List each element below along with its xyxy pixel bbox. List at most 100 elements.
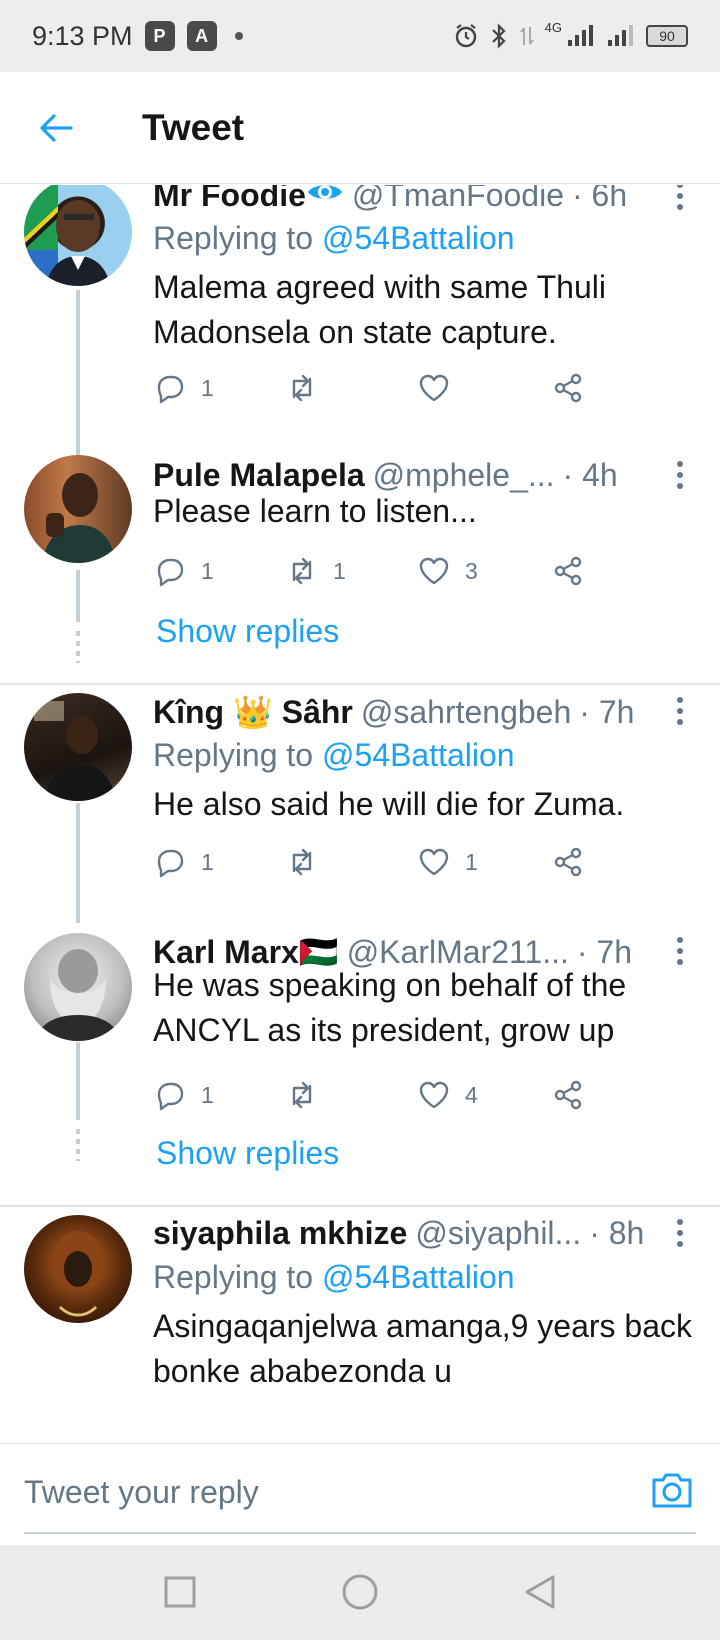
status-right: 4G 90	[453, 20, 688, 49]
page-title: Tweet	[142, 106, 245, 148]
signal-icon	[568, 25, 593, 46]
retweet-action[interactable]: 1	[285, 551, 346, 591]
tweet-text: Please learn to listen...	[153, 493, 477, 529]
thread-line	[76, 290, 80, 462]
share-action[interactable]	[551, 842, 585, 882]
replying-to: Replying to @54Battalion	[153, 220, 515, 257]
square-recents-icon	[164, 1576, 196, 1608]
reply-action[interactable]: 1	[153, 551, 214, 591]
author-handle[interactable]: @sahrtengbeh	[361, 694, 571, 731]
tweet-actions: 1 1	[153, 842, 633, 882]
author-name[interactable]: Mr Foodie	[153, 185, 306, 214]
retweet-icon	[292, 374, 312, 402]
share-action[interactable]	[551, 368, 585, 408]
tweet[interactable]: siyaphila mkhize @siyaphil... · 8h Reply…	[0, 1207, 720, 1443]
author-handle[interactable]: @TmanFoodie	[352, 185, 564, 214]
eye-badge-icon	[306, 185, 344, 213]
home-button[interactable]	[335, 1567, 385, 1617]
tweet-header: Kîng 👑 Sâhr @sahrtengbeh · 7h	[153, 693, 680, 731]
author-handle[interactable]: @siyaphil...	[415, 1215, 581, 1252]
signal-icon-2	[608, 25, 633, 46]
more-options-icon[interactable]	[668, 1215, 692, 1251]
share-icon	[554, 373, 582, 403]
reply-count: 1	[201, 557, 214, 584]
recents-button[interactable]	[155, 1567, 205, 1617]
back-button[interactable]	[26, 98, 86, 158]
triangle-back-icon	[525, 1575, 555, 1609]
like-action[interactable]: 1	[417, 842, 478, 882]
circle-home-icon	[342, 1574, 378, 1610]
replying-to-mention[interactable]: @54Battalion	[322, 1259, 515, 1295]
share-icon	[554, 556, 582, 586]
like-action[interactable]: 3	[417, 551, 478, 591]
replying-to-mention[interactable]: @54Battalion	[322, 220, 515, 256]
thread-dots	[76, 631, 80, 663]
reply-count: 1	[201, 1081, 214, 1108]
retweet-icon	[292, 557, 312, 585]
notification-dot-icon	[234, 32, 243, 40]
reply-icon	[157, 375, 184, 404]
data-arrows-icon	[519, 27, 534, 45]
reply-count: 1	[201, 374, 214, 401]
avatar-illustration	[52, 1231, 104, 1317]
avatar[interactable]	[24, 185, 132, 286]
like-count: 1	[465, 848, 478, 875]
retweet-action[interactable]	[285, 842, 333, 882]
replying-to: Replying to @54Battalion	[153, 1259, 515, 1296]
tweet-time: · 7h	[579, 693, 635, 730]
top-app-bar: Tweet	[0, 72, 720, 184]
thread-line	[76, 1042, 80, 1120]
tweet-actions: 1	[153, 368, 633, 408]
reply-action[interactable]: 1	[153, 1075, 214, 1115]
replying-to-prefix: Replying to	[153, 220, 314, 256]
back-nav-button[interactable]	[515, 1567, 565, 1617]
avatar[interactable]	[24, 933, 132, 1041]
status-bar: 9:13 PM P A 4G 90	[0, 0, 720, 72]
avatar[interactable]	[24, 455, 132, 563]
replying-to-mention[interactable]: @54Battalion	[322, 737, 515, 773]
tweet-actions: 1 4	[153, 1075, 633, 1115]
share-icon	[554, 1080, 582, 1110]
reply-input[interactable]	[24, 1468, 614, 1516]
author-name[interactable]: siyaphila mkhize	[153, 1215, 407, 1252]
replying-to-prefix: Replying to	[153, 737, 314, 773]
tweet[interactable]: Kîng 👑 Sâhr @sahrtengbeh · 7h Replying t…	[0, 685, 720, 925]
system-nav-bar	[0, 1545, 720, 1640]
avatar[interactable]	[24, 693, 132, 801]
like-count: 3	[465, 557, 478, 584]
retweet-action[interactable]	[285, 368, 333, 408]
retweet-icon	[292, 848, 312, 876]
more-options-icon[interactable]	[668, 457, 692, 493]
reply-action[interactable]: 1	[153, 842, 214, 882]
camera-button[interactable]	[648, 1466, 696, 1514]
notification-app-icon: A	[186, 21, 217, 51]
reply-icon	[157, 558, 184, 587]
avatar[interactable]	[24, 1215, 132, 1323]
alarm-icon	[455, 24, 476, 48]
retweet-action[interactable]	[285, 1075, 333, 1115]
reply-input-underline	[24, 1532, 696, 1534]
replying-to-prefix: Replying to	[153, 1259, 314, 1295]
like-count: 4	[465, 1081, 478, 1108]
share-action[interactable]	[551, 551, 585, 591]
share-action[interactable]	[551, 1075, 585, 1115]
tweet[interactable]: Karl Marx🇵🇸 @KarlMar211... · 7h He was s…	[0, 925, 720, 1215]
more-options-icon[interactable]	[668, 185, 692, 214]
show-replies-link[interactable]: Show replies	[156, 613, 339, 650]
reply-feed[interactable]: Mr Foodie @TmanFoodie · 6h Replying to @…	[0, 185, 720, 1443]
more-options-icon[interactable]	[668, 693, 692, 729]
tweet-time: · 8h	[589, 1215, 645, 1251]
reply-action[interactable]: 1	[153, 368, 214, 408]
tweet-actions: 1 1 3	[153, 551, 633, 591]
tweet-text: He also said he will die for Zuma.	[153, 786, 625, 822]
like-action[interactable]	[417, 368, 465, 408]
bluetooth-icon	[491, 23, 506, 49]
arrow-left-icon	[40, 113, 73, 142]
reply-composer	[0, 1443, 720, 1545]
author-name[interactable]: Kîng 👑 Sâhr	[153, 693, 353, 731]
show-replies-link[interactable]: Show replies	[156, 1135, 339, 1172]
avatar-illustration	[24, 185, 110, 286]
tweet[interactable]: Mr Foodie @TmanFoodie · 6h Replying to @…	[0, 185, 720, 463]
status-left: 9:13 PM P A	[32, 21, 243, 52]
like-action[interactable]: 4	[417, 1075, 478, 1115]
